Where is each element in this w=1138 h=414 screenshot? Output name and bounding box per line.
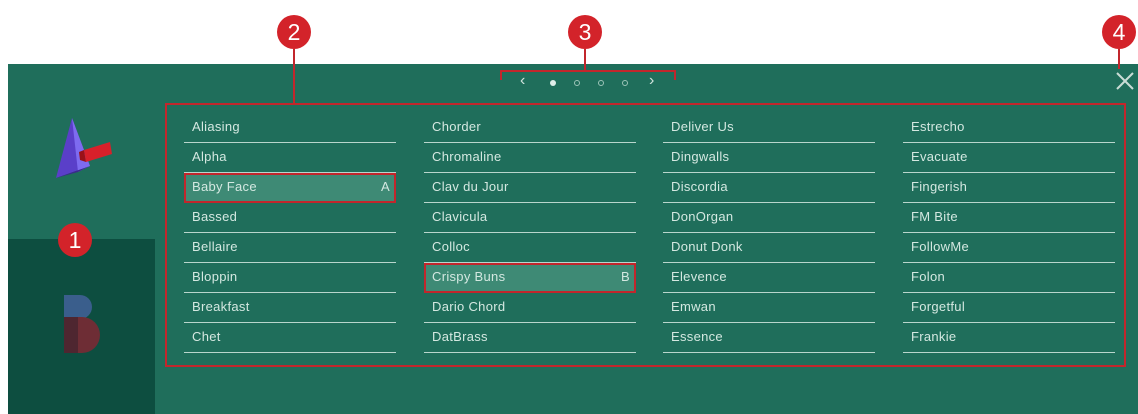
preset-label: Folon [911, 269, 946, 284]
preset-column-4: Estrecho Evacuate Fingerish FM Bite Foll… [903, 113, 1115, 353]
page-next-button[interactable]: › [649, 70, 654, 92]
preset-item[interactable]: Fingerish [903, 173, 1115, 203]
preset-label: Alpha [192, 149, 227, 164]
preset-item[interactable]: FollowMe [903, 233, 1115, 263]
preset-column-2: Chorder Chromaline Clav du Jour Clavicul… [424, 113, 636, 353]
sound-a-logo-icon[interactable] [50, 116, 120, 186]
callout-marker-2: 2 [277, 15, 311, 49]
preset-label: Aliasing [192, 119, 240, 134]
preset-item[interactable]: Chromaline [424, 143, 636, 173]
preset-item[interactable]: Bloppin [184, 263, 396, 293]
preset-label: Estrecho [911, 119, 965, 134]
preset-item[interactable]: Bassed [184, 203, 396, 233]
preset-label: Baby Face [192, 179, 257, 194]
preset-label: Clav du Jour [432, 179, 509, 194]
preset-item[interactable]: Emwan [663, 293, 875, 323]
preset-label: Fingerish [911, 179, 968, 194]
preset-label: FM Bite [911, 209, 958, 224]
preset-item[interactable]: Chorder [424, 113, 636, 143]
slot-tag: A [381, 179, 390, 194]
preset-item[interactable]: Frankie [903, 323, 1115, 353]
slot-tag: B [621, 269, 630, 284]
preset-label: Essence [671, 329, 723, 344]
preset-item[interactable]: Dingwalls [663, 143, 875, 173]
preset-item[interactable]: Chet [184, 323, 396, 353]
preset-label: Bellaire [192, 239, 238, 254]
page-prev-button[interactable]: ‹ [520, 70, 525, 92]
preset-label: Chet [192, 329, 221, 344]
preset-item[interactable]: Colloc [424, 233, 636, 263]
page-dot-1[interactable] [550, 80, 556, 86]
preset-item[interactable]: Clav du Jour [424, 173, 636, 203]
page-dot-3[interactable] [598, 80, 604, 86]
preset-column-3: Deliver Us Dingwalls Discordia DonOrgan … [663, 113, 875, 353]
preset-label: FollowMe [911, 239, 970, 254]
preset-item[interactable]: Folon [903, 263, 1115, 293]
preset-item[interactable]: Dario Chord [424, 293, 636, 323]
sound-b-logo-icon[interactable] [60, 293, 108, 357]
callout-line-3 [584, 49, 586, 70]
preset-item[interactable]: Clavicula [424, 203, 636, 233]
close-icon[interactable] [1114, 70, 1136, 92]
callout-marker-4: 4 [1102, 15, 1136, 49]
preset-column-1: Aliasing Alpha Baby Face A Bassed Bellair… [184, 113, 396, 353]
preset-label: Chromaline [432, 149, 502, 164]
preset-item-selected-b[interactable]: Crispy Buns B [424, 263, 636, 293]
preset-label: Bloppin [192, 269, 238, 284]
callout-line-2 [293, 49, 295, 103]
preset-item[interactable]: Evacuate [903, 143, 1115, 173]
preset-label: Frankie [911, 329, 957, 344]
preset-label: Dingwalls [671, 149, 730, 164]
preset-item[interactable]: Discordia [663, 173, 875, 203]
preset-item[interactable]: Aliasing [184, 113, 396, 143]
page-dot-2[interactable] [574, 80, 580, 86]
preset-item[interactable]: Essence [663, 323, 875, 353]
preset-label: Colloc [432, 239, 470, 254]
callout-marker-3: 3 [568, 15, 602, 49]
preset-label: Clavicula [432, 209, 488, 224]
callout-line-4 [1118, 49, 1120, 69]
preset-label: Donut Donk [671, 239, 743, 254]
preset-item[interactable]: Elevence [663, 263, 875, 293]
preset-item[interactable]: DonOrgan [663, 203, 875, 233]
preset-label: Emwan [671, 299, 716, 314]
preset-label: Chorder [432, 119, 482, 134]
preset-label: Deliver Us [671, 119, 734, 134]
preset-item[interactable]: Breakfast [184, 293, 396, 323]
preset-label: Dario Chord [432, 299, 506, 314]
preset-item[interactable]: Estrecho [903, 113, 1115, 143]
preset-label: Breakfast [192, 299, 250, 314]
preset-label: DatBrass [432, 329, 488, 344]
preset-item[interactable]: FM Bite [903, 203, 1115, 233]
preset-label: DonOrgan [671, 209, 734, 224]
preset-label: Evacuate [911, 149, 968, 164]
preset-item[interactable]: Bellaire [184, 233, 396, 263]
preset-item[interactable]: Donut Donk [663, 233, 875, 263]
preset-item[interactable]: DatBrass [424, 323, 636, 353]
preset-label: Bassed [192, 209, 238, 224]
preset-label: Crispy Buns [432, 269, 506, 284]
preset-item[interactable]: Alpha [184, 143, 396, 173]
preset-label: Discordia [671, 179, 728, 194]
preset-label: Elevence [671, 269, 727, 284]
preset-item[interactable]: Forgetful [903, 293, 1115, 323]
preset-item[interactable]: Deliver Us [663, 113, 875, 143]
preset-label: Forgetful [911, 299, 966, 314]
page-dot-4[interactable] [622, 80, 628, 86]
callout-marker-1: 1 [58, 223, 92, 257]
preset-item-selected-a[interactable]: Baby Face A [184, 173, 396, 203]
